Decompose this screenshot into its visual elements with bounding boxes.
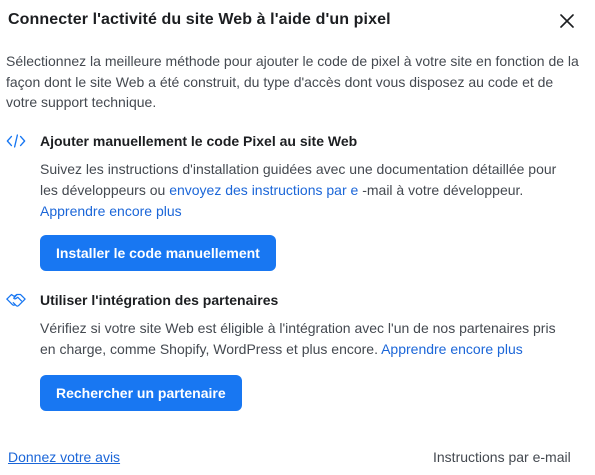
close-button[interactable] [557,11,577,31]
partner-section-heading: Utiliser l'intégration des partenaires [40,292,279,308]
email-instructions-link[interactable]: Instructions par e-mail [433,449,571,465]
manual-desc-text-2: -mail à votre développeur. [358,182,524,198]
feedback-link[interactable]: Donnez votre avis [8,449,120,465]
install-code-manually-button[interactable]: Installer le code manuellement [40,235,276,271]
partner-section-description: Vérifiez si votre site Web est éligible … [40,318,560,360]
manual-section-heading: Ajouter manuellement le code Pixel au si… [40,133,358,149]
close-icon [560,14,574,28]
partner-learn-more-link[interactable]: Apprendre encore plus [381,341,523,357]
pixel-setup-dialog: Connecter l'activité du site Web à l'aid… [0,0,595,475]
manual-learn-more-link[interactable]: Apprendre encore plus [40,203,182,219]
code-icon [6,132,26,150]
dialog-title: Connecter l'activité du site Web à l'aid… [8,11,391,28]
partner-section-header: Utiliser l'intégration des partenaires [6,290,278,310]
handshake-icon [6,291,26,309]
manual-section-description: Suivez les instructions d'installation g… [40,159,560,222]
send-instructions-link[interactable]: envoyez des instructions par e [169,182,358,198]
manual-section-header: Ajouter manuellement le code Pixel au si… [6,131,357,151]
intro-text: Sélectionnez la meilleure méthode pour a… [6,53,579,110]
find-partner-button[interactable]: Rechercher un partenaire [40,375,242,411]
